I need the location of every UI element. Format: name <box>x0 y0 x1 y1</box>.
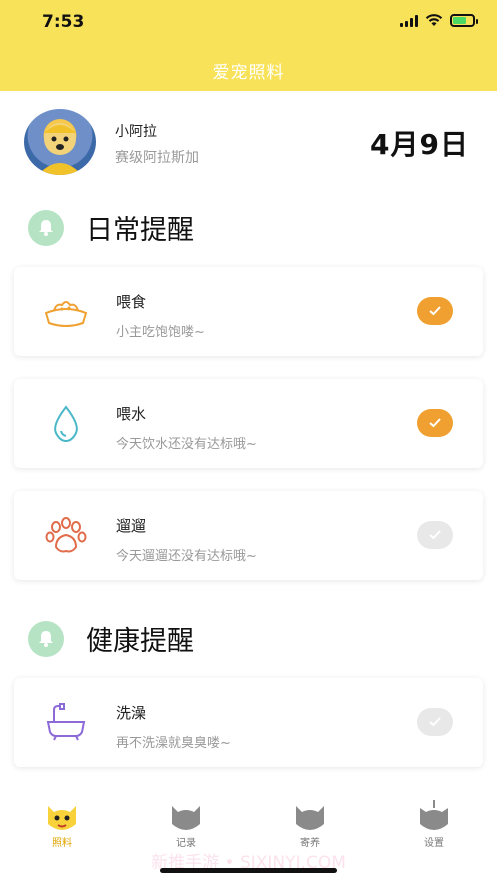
cat-face-icon <box>292 800 328 834</box>
app-header: 7:53 爱宠照料 <box>0 0 497 91</box>
current-date: 4月9日 <box>370 128 469 161</box>
cat-face-icon <box>44 800 80 834</box>
check-button[interactable] <box>417 409 453 437</box>
section-title: 日常提醒 <box>86 215 194 246</box>
avatar[interactable] <box>24 109 96 175</box>
reminder-title: 洗澡 <box>116 704 147 722</box>
tab-records[interactable]: 记录 <box>156 800 216 849</box>
section-health-reminders: 健康提醒 <box>0 617 497 661</box>
reminder-card-water[interactable]: 喂水 今天饮水还没有达标哦~ <box>14 379 483 468</box>
reminder-subtitle: 今天饮水还没有达标哦~ <box>116 437 257 452</box>
food-bowl-icon <box>42 289 90 333</box>
reminder-title: 遛遛 <box>116 517 147 535</box>
home-indicator <box>160 868 337 873</box>
check-button[interactable] <box>417 297 453 325</box>
check-button[interactable] <box>417 521 453 549</box>
reminder-subtitle: 小主吃饱饱喽~ <box>116 325 205 340</box>
bathtub-icon <box>42 700 90 744</box>
section-daily-reminders: 日常提醒 <box>0 206 497 250</box>
status-time: 7:53 <box>42 12 85 32</box>
reminder-subtitle: 今天遛遛还没有达标哦~ <box>116 549 257 564</box>
status-icons <box>400 14 478 27</box>
cat-face-icon <box>416 800 452 834</box>
tab-boarding[interactable]: 寄养 <box>280 800 340 849</box>
paw-icon <box>42 513 90 557</box>
wifi-icon <box>425 14 443 26</box>
cat-face-icon <box>168 800 204 834</box>
bell-icon <box>28 621 64 657</box>
tab-label: 记录 <box>176 838 196 849</box>
tab-settings[interactable]: 设置 <box>404 800 464 849</box>
tab-label: 寄养 <box>300 838 320 849</box>
battery-icon <box>450 14 478 27</box>
pet-name: 小阿拉 <box>115 124 157 140</box>
reminder-subtitle: 再不洗澡就臭臭喽~ <box>116 736 231 751</box>
reminder-card-walk[interactable]: 遛遛 今天遛遛还没有达标哦~ <box>14 491 483 580</box>
pet-breed: 赛级阿拉斯加 <box>115 150 199 166</box>
page-title: 爱宠照料 <box>212 63 285 83</box>
bell-icon <box>28 210 64 246</box>
section-title: 健康提醒 <box>86 626 194 657</box>
reminder-title: 喂食 <box>116 293 147 311</box>
signal-icon <box>400 14 418 27</box>
reminder-title: 喂水 <box>116 405 147 423</box>
tab-care[interactable]: 照料 <box>32 800 92 849</box>
pet-profile[interactable]: 小阿拉 赛级阿拉斯加 4月9日 <box>0 105 497 180</box>
reminder-card-feed[interactable]: 喂食 小主吃饱饱喽~ <box>14 267 483 356</box>
check-button[interactable] <box>417 708 453 736</box>
reminder-card-bath[interactable]: 洗澡 再不洗澡就臭臭喽~ <box>14 678 483 767</box>
water-drop-icon <box>42 401 90 445</box>
tab-label: 设置 <box>424 838 444 849</box>
tab-label: 照料 <box>52 838 72 849</box>
